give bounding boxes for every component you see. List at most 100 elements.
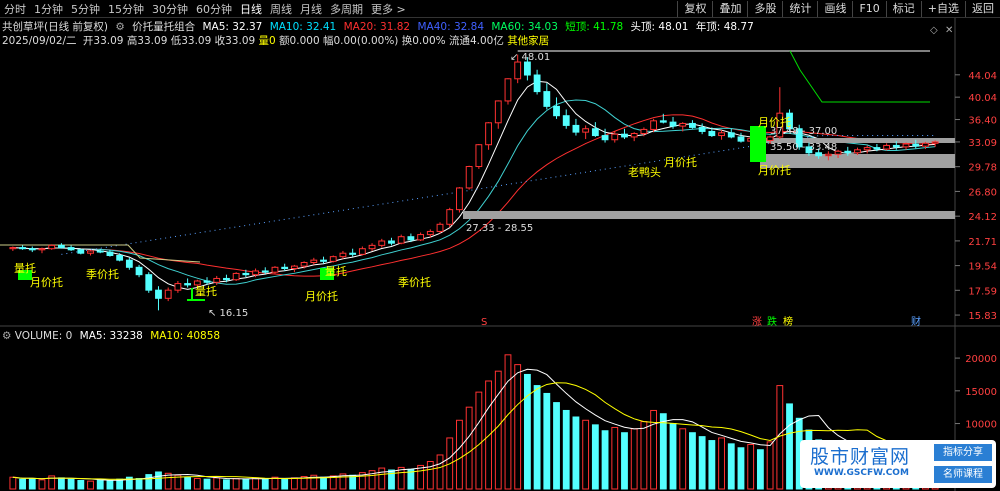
signal-label-0: 量托: [14, 261, 36, 275]
toolbar-button-8[interactable]: 返回: [965, 0, 1000, 17]
candle-body: [116, 255, 124, 261]
volume-bar: [591, 424, 599, 490]
volume-bar: [19, 478, 26, 490]
quote-float: 流通4.00亿: [448, 35, 504, 47]
volume-support-block: [750, 126, 766, 162]
volume-bar: [223, 479, 230, 490]
volume-bar: [543, 392, 551, 490]
candle-body: [485, 122, 492, 146]
signal-label-4: 月价托: [305, 289, 338, 303]
volume-bar: [611, 426, 619, 490]
period-tab-5[interactable]: 60分钟: [192, 1, 236, 17]
period-tab-8[interactable]: 月线: [296, 1, 326, 17]
zone-bar-3: [463, 211, 955, 219]
candle-body: [407, 236, 415, 241]
candle-body: [261, 270, 269, 273]
volume-bar: [494, 370, 502, 490]
volume-bar: [38, 479, 46, 490]
indicator-name[interactable]: 价托量托组合: [132, 21, 195, 33]
head-top-value: 头顶: 48.01: [630, 21, 689, 33]
bottom-tag-0: S: [481, 317, 487, 328]
candle-body: [397, 236, 405, 244]
toolbar-button-3[interactable]: 统计: [782, 0, 817, 17]
price-tick-label: 44.04: [968, 71, 997, 82]
volume-tick-label: 15000: [965, 387, 997, 398]
zone3-label: 27.33 - 28.55: [466, 223, 533, 234]
indicator-share-button[interactable]: 指标分享: [934, 444, 992, 461]
toolbar-button-5[interactable]: F10: [852, 0, 885, 17]
year-top-value: 年顶: 48.77: [695, 21, 754, 33]
candle-body: [252, 270, 259, 276]
volume-bar: [465, 406, 473, 490]
volume-bar: [640, 421, 648, 490]
advert-panel[interactable]: 股市财富网 WWW.GSCFW.COM 指标分享 名师课程: [800, 440, 996, 488]
settings-icon[interactable]: ⚙: [115, 21, 124, 33]
volume-bar: [485, 380, 492, 490]
volume-bar: [87, 480, 94, 490]
candle-body: [902, 143, 910, 148]
period-tab-4[interactable]: 30分钟: [148, 1, 192, 17]
volume-bar: [766, 441, 774, 490]
volume-bar: [213, 477, 221, 490]
candle-body: [281, 266, 289, 270]
volume-ma10: MA10: 40858: [150, 330, 221, 342]
candle-body: [533, 74, 541, 93]
period-tab-6[interactable]: 日线: [236, 1, 266, 17]
candle-body: [125, 259, 133, 268]
period-tab-7[interactable]: 周线: [266, 1, 296, 17]
candle-body: [465, 166, 473, 189]
signal-label-1: 月价托: [30, 275, 63, 289]
period-tab-0[interactable]: 分时: [0, 1, 30, 17]
period-tab-1[interactable]: 1分钟: [30, 1, 67, 17]
advert-url[interactable]: WWW.GSCFW.COM: [814, 468, 909, 478]
volume-bar: [698, 436, 706, 490]
volume-bar: [28, 478, 36, 490]
volume-bar: [417, 464, 425, 490]
candle-body: [213, 277, 221, 283]
volume-bar: [456, 419, 463, 490]
volume-bar: [145, 474, 153, 490]
period-tab-9[interactable]: 多周期: [326, 1, 367, 17]
volume-bar: [378, 467, 386, 490]
candle-body: [28, 248, 36, 251]
period-tab-3[interactable]: 15分钟: [104, 1, 148, 17]
signal-label-5: 季价托: [398, 275, 431, 289]
toolbar-button-2[interactable]: 多股: [747, 0, 782, 17]
candle-body: [659, 120, 667, 123]
volume-bar: [562, 409, 570, 490]
period-tab-2[interactable]: 5分钟: [67, 1, 104, 17]
candle-body: [591, 128, 599, 137]
candle-body: [19, 247, 26, 250]
period-tab-10[interactable]: 更多 >: [367, 1, 410, 17]
price-tick-label: 19.54: [968, 262, 997, 273]
toolbar-button-6[interactable]: 标记: [885, 0, 921, 17]
ma5-line: [12, 80, 936, 290]
candle-body: [48, 244, 56, 250]
volume-bar: [523, 373, 531, 490]
volume-bar: [747, 443, 755, 490]
bottom-tag-1: 涨: [752, 316, 762, 328]
candle-body: [892, 144, 900, 148]
volume-bar: [349, 474, 357, 490]
candle-body: [446, 209, 454, 225]
candle-body: [242, 272, 250, 276]
ma40-value: MA40: 32.84: [417, 21, 485, 33]
candle-body: [854, 149, 861, 154]
ma60-value: MA60: 34.03: [491, 21, 558, 33]
candle-body: [514, 61, 522, 80]
toolbar-button-7[interactable]: +自选: [920, 0, 965, 17]
candle-body: [203, 280, 211, 283]
volume-bar: [718, 437, 725, 490]
stock-chart[interactable]: 44.04 40.04 36.40 33.09 29.78 26.80 24.12 21.71…: [0, 0, 1000, 491]
volume-bar: [9, 476, 17, 490]
candle-body: [339, 252, 347, 258]
volume-bar: [67, 478, 75, 490]
volume-bar: [106, 479, 114, 490]
volume-bar: [57, 477, 65, 490]
teacher-course-button[interactable]: 名师课程: [934, 466, 992, 483]
volume-settings-icon[interactable]: ⚙: [2, 330, 11, 342]
advert-title: 股市财富网: [810, 446, 911, 468]
toolbar-button-0[interactable]: 复权: [677, 0, 712, 17]
toolbar-button-1[interactable]: 叠加: [712, 0, 747, 17]
toolbar-button-4[interactable]: 画线: [817, 0, 852, 17]
